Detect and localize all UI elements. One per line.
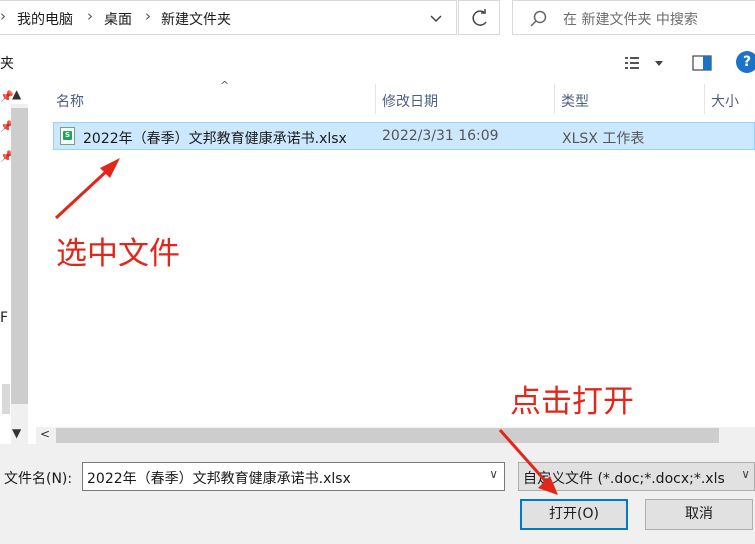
chevron-down-icon[interactable]: ∨ [489, 467, 498, 481]
refresh-icon [472, 9, 487, 26]
preview-pane-icon [692, 55, 712, 71]
filename-value: 2022年（春季）文邦教育健康承诺书.xlsx [87, 471, 351, 487]
nav-item-partial[interactable]: F [0, 310, 8, 326]
search-icon [530, 10, 547, 27]
chevron-right-icon: › [87, 7, 93, 25]
breadcrumb-desktop[interactable]: 桌面 [104, 9, 132, 29]
filename-label: 文件名(N): [4, 471, 73, 487]
scroll-left-icon[interactable]: < [40, 427, 50, 441]
dialog-footer: 文件名(N): 2022年（春季）文邦教育健康承诺书.xlsx ∨ 自定义文件 … [0, 444, 755, 544]
column-header-type[interactable]: 类型 [555, 84, 705, 114]
breadcrumb-new-folder[interactable]: 新建文件夹 [161, 9, 231, 29]
file-modified: 2022/3/31 16:09 [382, 128, 499, 144]
column-header-type-label: 类型 [561, 94, 589, 110]
horizontal-scrollbar-thumb[interactable] [56, 428, 719, 443]
breadcrumb-my-computer[interactable]: 我的电脑 [17, 9, 73, 29]
chevron-down-icon[interactable]: ∨ [738, 467, 750, 481]
navigation-pane: 📌 📌 📌 F ▲ ▼ [0, 84, 30, 507]
filename-input[interactable]: 2022年（春季）文邦教育健康承诺书.xlsx ∨ [82, 462, 505, 491]
column-header-modified[interactable]: 修改日期 [376, 84, 555, 114]
sort-ascending-icon: ^ [220, 79, 230, 92]
toolbar-new-folder-label[interactable]: 夹 [0, 53, 14, 73]
chevron-down-icon[interactable] [426, 7, 446, 29]
scroll-up-icon[interactable]: ▲ [12, 87, 21, 101]
column-header-name[interactable]: ^ 名称 [50, 79, 376, 114]
file-type: XLSX 工作表 [562, 131, 645, 147]
file-type-filter-value: 自定义文件 (*.doc;*.docx;*.xls [523, 471, 725, 487]
open-button[interactable]: 打开(O) [520, 499, 628, 530]
file-type-filter[interactable]: 自定义文件 (*.doc;*.docx;*.xls ∨ [518, 462, 755, 491]
file-row[interactable]: S 2022年（春季）文邦教育健康承诺书.xlsx 2022/3/31 16:0… [53, 122, 755, 150]
chevron-right-icon: › [0, 7, 6, 25]
chevron-right-icon: › [145, 7, 151, 25]
refresh-button[interactable] [458, 0, 500, 35]
search-box[interactable]: 在 新建文件夹 中搜索 [512, 0, 755, 35]
scroll-down-icon[interactable]: ▼ [12, 426, 21, 440]
column-header-size[interactable]: 大小 [705, 84, 755, 114]
nav-scrollbar-thumb[interactable] [11, 108, 28, 404]
column-header-modified-label: 修改日期 [382, 94, 438, 110]
search-placeholder: 在 新建文件夹 中搜索 [563, 12, 698, 28]
column-header-name-label: 名称 [56, 94, 84, 110]
change-view-button[interactable] [622, 52, 670, 74]
address-bar-row: › 我的电脑 › 桌面 › 新建文件夹 在 新建文件夹 中搜索 [0, 0, 755, 36]
cancel-button[interactable]: 取消 [645, 499, 753, 530]
file-name: 2022年（春季）文邦教育健康承诺书.xlsx [83, 131, 347, 147]
nav-item-highlight [2, 384, 10, 414]
toolbar: 夹 ? [0, 40, 755, 84]
column-header-size-label: 大小 [711, 94, 739, 110]
xlsx-file-icon: S [60, 127, 75, 145]
annotation-click-open: 点击打开 [510, 384, 634, 420]
horizontal-scrollbar[interactable]: < [36, 427, 755, 444]
help-icon[interactable]: ? [736, 51, 755, 73]
annotation-select-file: 选中文件 [56, 236, 180, 272]
details-view-icon [625, 57, 663, 69]
preview-pane-button[interactable] [690, 52, 714, 74]
address-bar[interactable]: › 我的电脑 › 桌面 › 新建文件夹 [0, 0, 457, 35]
